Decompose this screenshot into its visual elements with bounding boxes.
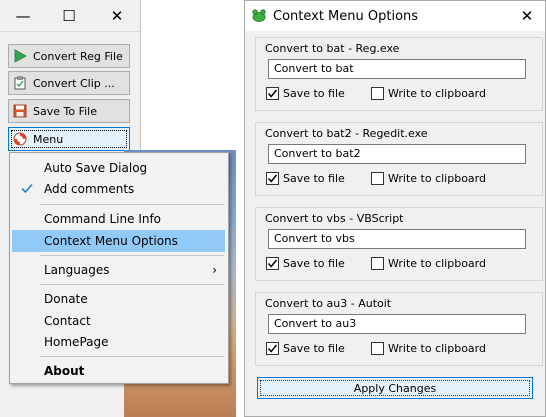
write-to-clipboard-checkbox[interactable] [371, 172, 384, 185]
menu-item-context-menu-options[interactable]: Context Menu Options [12, 230, 225, 252]
group-convert-to-bat: Convert to bat - Reg.exe Convert to bat … [255, 37, 543, 111]
group-convert-to-au3: Convert to au3 - Autoit Convert to au3 S… [255, 292, 543, 366]
menu-item-label: HomePage [44, 335, 109, 349]
group-title: Convert to bat - Reg.exe [265, 42, 400, 55]
write-to-clipboard-checkbox[interactable] [371, 342, 384, 355]
options-popup-menu: Auto Save Dialog Add comments Command Li… [9, 152, 229, 384]
clipboard-icon [13, 76, 27, 90]
convert-clip-button[interactable]: Convert Clip ... [8, 71, 130, 95]
menu-item-label: Languages [44, 263, 110, 277]
group-title: Convert to vbs - VBScript [265, 212, 404, 225]
menu-separator [40, 356, 224, 357]
maximize-button[interactable]: ☐ [46, 0, 92, 31]
menu-item-languages[interactable]: Languages › [12, 259, 225, 281]
dialog-title: Context Menu Options [273, 8, 419, 24]
context-menu-options-dialog: Context Menu Options ✕ Convert to bat - … [244, 0, 546, 417]
save-to-file-label: Save to file [283, 342, 345, 355]
menu-text-field[interactable]: Convert to bat [268, 59, 526, 79]
floppy-disk-icon [13, 104, 27, 118]
save-to-file-checkbox[interactable] [266, 257, 279, 270]
save-to-file-label: Save To File [33, 104, 97, 118]
menu-item-label: Auto Save Dialog [44, 161, 148, 175]
write-to-clipboard-checkbox[interactable] [371, 87, 384, 100]
menu-button[interactable]: Menu [8, 127, 130, 151]
write-to-clipboard-label: Write to clipboard [388, 87, 486, 100]
convert-clip-label: Convert Clip ... [33, 76, 115, 90]
group-title: Convert to bat2 - Regedit.exe [265, 127, 428, 140]
menu-item-auto-save-dialog[interactable]: Auto Save Dialog [12, 157, 225, 179]
app-icon [251, 8, 267, 24]
save-to-file-button[interactable]: Save To File [8, 99, 130, 123]
menu-text-field[interactable]: Convert to vbs [268, 229, 526, 249]
save-to-file-checkbox[interactable] [266, 87, 279, 100]
menu-item-donate[interactable]: Donate [12, 288, 225, 310]
save-to-file-label: Save to file [283, 87, 345, 100]
apply-changes-button[interactable]: Apply Changes [257, 377, 533, 399]
write-to-clipboard-label: Write to clipboard [388, 342, 486, 355]
menu-item-about[interactable]: About [12, 360, 225, 382]
menu-item-label: Contact [44, 314, 91, 328]
menu-text-field[interactable]: Convert to bat2 [268, 144, 526, 164]
save-to-file-label: Save to file [283, 257, 345, 270]
main-window-titlebar: — ☐ ✕ [0, 0, 140, 32]
group-convert-to-vbs: Convert to vbs - VBScript Convert to vbs… [255, 207, 543, 281]
menu-item-label: Donate [44, 292, 88, 306]
lifebuoy-icon [13, 132, 27, 146]
menu-item-label: Add comments [44, 182, 135, 196]
save-to-file-checkbox[interactable] [266, 342, 279, 355]
apply-changes-label: Apply Changes [353, 381, 437, 395]
dialog-close-button[interactable]: ✕ [509, 1, 545, 31]
menu-text-field[interactable]: Convert to au3 [268, 314, 526, 334]
write-to-clipboard-checkbox[interactable] [371, 257, 384, 270]
menu-separator [40, 284, 224, 285]
write-to-clipboard-label: Write to clipboard [388, 172, 486, 185]
close-button[interactable]: ✕ [94, 0, 140, 31]
minimize-button[interactable]: — [0, 0, 46, 31]
convert-reg-file-label: Convert Reg File [33, 49, 123, 63]
menu-separator [40, 255, 224, 256]
convert-reg-file-button[interactable]: Convert Reg File [8, 44, 130, 68]
dialog-titlebar: Context Menu Options ✕ [245, 1, 545, 31]
write-to-clipboard-label: Write to clipboard [388, 257, 486, 270]
menu-item-command-line-info[interactable]: Command Line Info [12, 208, 225, 230]
save-to-file-checkbox[interactable] [266, 172, 279, 185]
menu-item-label: Command Line Info [44, 212, 162, 226]
checkmark-icon [20, 181, 34, 195]
menu-item-label: Context Menu Options [44, 234, 178, 248]
save-to-file-label: Save to file [283, 172, 345, 185]
menu-separator [40, 204, 224, 205]
menu-item-label: About [44, 364, 85, 378]
menu-label: Menu [33, 132, 64, 146]
menu-item-add-comments[interactable]: Add comments [12, 178, 225, 200]
group-convert-to-bat2: Convert to bat2 - Regedit.exe Convert to… [255, 122, 543, 196]
menu-item-homepage[interactable]: HomePage [12, 331, 225, 353]
submenu-arrow-icon: › [212, 263, 217, 277]
play-icon [13, 49, 27, 63]
group-title: Convert to au3 - Autoit [265, 297, 392, 310]
menu-item-contact[interactable]: Contact [12, 310, 225, 332]
